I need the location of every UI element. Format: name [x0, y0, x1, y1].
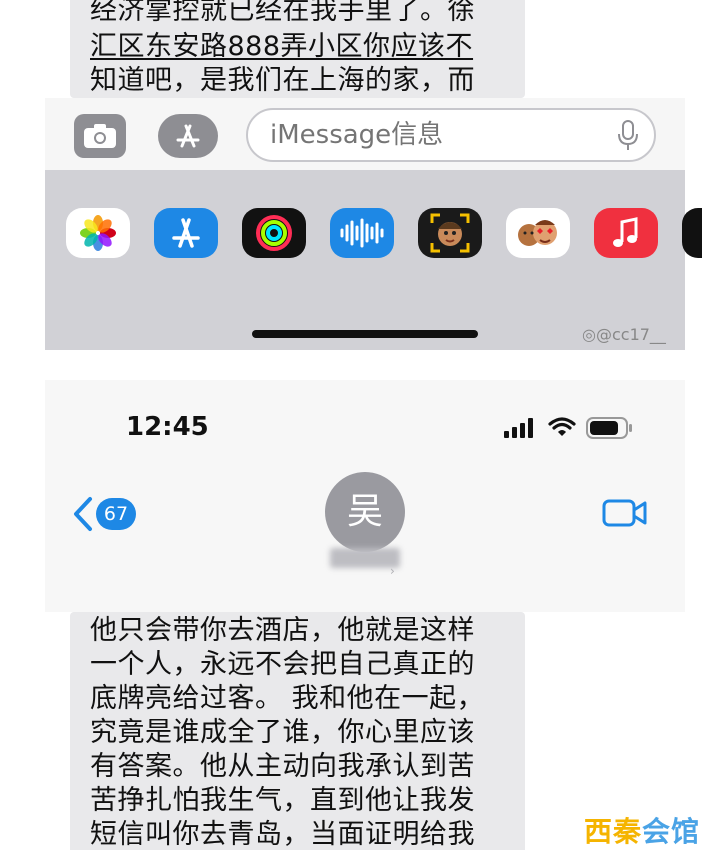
memoji-stickers-icon [518, 220, 557, 246]
fitness-rings-icon [256, 215, 292, 251]
camera-button[interactable] [74, 114, 126, 158]
memoji-app-button[interactable] [418, 208, 482, 258]
status-bar-time: 12:45 [126, 412, 209, 442]
site-watermark-part1: 西秦 [584, 815, 643, 848]
unread-count-badge[interactable]: 67 [96, 498, 136, 530]
app-store-icon [176, 124, 200, 148]
photos-icon [80, 215, 116, 251]
back-chevron-icon[interactable] [72, 496, 94, 532]
message-line: 知道吧，是我们在上海的家，而 [90, 65, 475, 96]
message-line: 他只会带你去酒店，他就是这样 [90, 615, 475, 646]
site-watermark-part2: 会馆 [642, 815, 701, 848]
bottom-message-bubble: 他只会带你去酒店，他就是这样 一个人，永远不会把自己真正的 底牌亮给过客。 我和… [70, 612, 525, 850]
message-line: 有答案。他从主动向我承认到苦 [90, 751, 475, 782]
app-store-icon [172, 218, 200, 248]
app-drawer [45, 170, 685, 350]
wifi-icon [548, 417, 576, 436]
facetime-video-icon[interactable] [602, 498, 648, 528]
music-app-button[interactable] [594, 208, 658, 258]
home-indicator[interactable] [252, 330, 478, 338]
microphone-icon[interactable] [616, 120, 640, 152]
message-input[interactable] [246, 108, 656, 162]
message-line: 短信叫你去青岛，当面证明给我 [90, 819, 475, 850]
memoji-stickers-app-button[interactable] [506, 208, 570, 258]
audio-waveform-icon [340, 218, 384, 248]
message-line: 究竟是谁成全了谁，你心里应该 [90, 717, 475, 748]
site-watermark: 西秦会馆 [584, 810, 700, 850]
top-message-bubble: 经济掌控就已经在我手里了。徐 汇区东安路888弄小区你应该不 知道吧，是我们在上… [70, 0, 525, 98]
cellular-signal-icon [504, 418, 533, 438]
music-note-icon [613, 217, 638, 247]
camera-icon [84, 124, 116, 148]
app-store-button[interactable] [158, 114, 218, 158]
weibo-icon: ◎ [582, 325, 596, 344]
message-line: 底牌亮给过客。 我和他在一起， [90, 683, 485, 714]
message-line: 一个人，永远不会把自己真正的 [90, 649, 475, 680]
contact-avatar[interactable]: 吴 [325, 472, 405, 552]
message-line: 汇区东安路888弄小区你应该不 [90, 31, 474, 62]
contact-details-chevron-icon[interactable]: › [390, 564, 395, 578]
weibo-handle: @cc17__ [595, 325, 666, 344]
app-store-app-button[interactable] [154, 208, 218, 258]
message-line: 经济掌控就已经在我手里了。徐 [90, 0, 475, 26]
weibo-watermark: ◎@cc17__ [582, 325, 666, 344]
fitness-app-button[interactable] [242, 208, 306, 258]
more-apps-button[interactable] [682, 208, 702, 258]
message-line: 苦挣扎怕我生气，直到他让我发 [90, 785, 475, 816]
memoji-icon [430, 213, 470, 253]
photos-app-button[interactable] [66, 208, 130, 258]
battery-icon [586, 417, 632, 439]
audio-message-app-button[interactable] [330, 208, 394, 258]
